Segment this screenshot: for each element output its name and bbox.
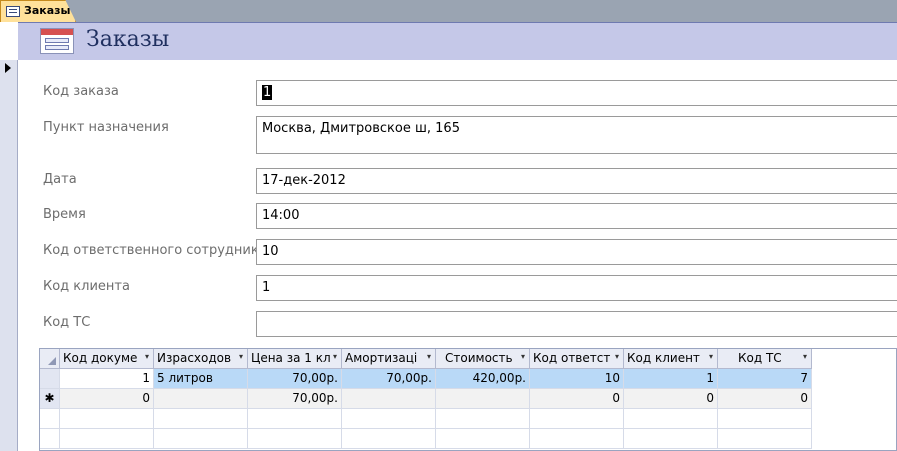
order-id-value: 1 <box>262 85 273 100</box>
select-all-corner[interactable] <box>40 349 60 369</box>
tab-orders[interactable]: Заказы <box>0 0 76 22</box>
tab-label: Заказы <box>24 4 71 17</box>
chevron-down-icon[interactable]: ▾ <box>333 352 337 361</box>
order-id-field[interactable]: 1 <box>256 80 897 106</box>
cell[interactable] <box>342 389 436 409</box>
vehicle-id-field[interactable] <box>256 311 897 337</box>
chevron-down-icon[interactable]: ▾ <box>615 352 619 361</box>
col-header-consumed[interactable]: Израсходов ▾ <box>154 349 248 369</box>
col-header-vehicle-id[interactable]: Код ТС ▾ <box>718 349 812 369</box>
destination-field[interactable]: Москва, Дмитровское ш, 165 <box>256 116 897 154</box>
cell[interactable] <box>154 389 248 409</box>
chevron-down-icon[interactable]: ▾ <box>709 352 713 361</box>
time-field[interactable]: 14:00 <box>256 203 897 229</box>
form-header: Заказы <box>18 22 897 60</box>
col-header-responsible-id[interactable]: Код ответст ▾ <box>530 349 624 369</box>
row-selector[interactable] <box>40 369 60 389</box>
chevron-down-icon[interactable]: ▾ <box>803 352 807 361</box>
client-id-field[interactable]: 1 <box>256 275 897 301</box>
col-header-cost[interactable]: Стоимость ▾ <box>436 349 530 369</box>
cell[interactable]: 7 <box>718 369 812 389</box>
document-tab-strip: Заказы <box>0 0 897 22</box>
new-record-icon[interactable]: ✱ <box>40 389 60 409</box>
col-header-doc-id[interactable]: Код докуме ▾ <box>60 349 154 369</box>
col-header-unit-price[interactable]: Цена за 1 кл ▾ <box>248 349 342 369</box>
form-header-icon <box>40 28 74 54</box>
record-selector[interactable] <box>0 60 18 451</box>
cell[interactable]: 0 <box>530 389 624 409</box>
order-details-subform: Код докуме ▾ Израсходов ▾ Цена за 1 кл ▾ Ам… <box>39 348 897 451</box>
label-destination: Пункт назначения <box>43 120 169 135</box>
form-title: Заказы <box>86 27 170 52</box>
cell[interactable]: 10 <box>530 369 624 389</box>
label-order-id: Код заказа <box>43 84 119 99</box>
cell[interactable]: 5 литров <box>154 369 248 389</box>
chevron-down-icon[interactable]: ▾ <box>145 352 149 361</box>
chevron-down-icon[interactable]: ▾ <box>427 352 431 361</box>
cell[interactable]: 0 <box>60 389 154 409</box>
cell[interactable]: 70,00р. <box>248 369 342 389</box>
col-header-depreciation[interactable]: Амортизаці ▾ <box>342 349 436 369</box>
form-icon <box>6 6 20 17</box>
label-employee-id: Код ответственного сотрудника <box>43 243 267 258</box>
chevron-down-icon[interactable]: ▾ <box>239 352 243 361</box>
chevron-down-icon[interactable]: ▾ <box>521 352 525 361</box>
cell[interactable]: 0 <box>624 389 718 409</box>
cell[interactable]: 1 <box>60 369 154 389</box>
employee-id-field[interactable]: 10 <box>256 239 897 265</box>
cell[interactable] <box>436 389 530 409</box>
cell[interactable]: 1 <box>624 369 718 389</box>
label-time: Время <box>43 207 86 222</box>
label-vehicle-id: Код ТС <box>43 315 91 330</box>
col-header-client-id[interactable]: Код клиент ▾ <box>624 349 718 369</box>
label-client-id: Код клиента <box>43 279 130 294</box>
cell[interactable]: 70,00р. <box>342 369 436 389</box>
date-field[interactable]: 17-дек-2012 <box>256 168 897 194</box>
label-date: Дата <box>43 172 77 187</box>
current-record-arrow-icon <box>5 63 11 73</box>
cell[interactable]: 0 <box>718 389 812 409</box>
cell[interactable]: 420,00р. <box>436 369 530 389</box>
cell[interactable]: 70,00р. <box>248 389 342 409</box>
